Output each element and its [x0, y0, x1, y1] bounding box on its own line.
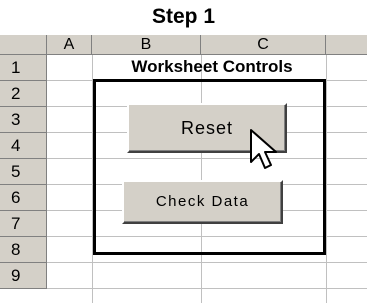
row-header-3[interactable]: 3 [0, 107, 47, 133]
mouse-pointer-icon [250, 129, 277, 169]
gridline-vertical [326, 55, 327, 303]
gridline-horizontal [47, 262, 367, 263]
column-header-b[interactable]: B [92, 35, 201, 55]
column-header-row: A B C [0, 35, 367, 55]
worksheet-controls-label: Worksheet Controls [131, 57, 293, 76]
row-header-9[interactable]: 9 [0, 263, 47, 289]
gridline-horizontal [47, 288, 367, 289]
step-title: Step 1 [151, 5, 216, 28]
row-header-8[interactable]: 8 [0, 237, 47, 263]
column-header-a[interactable]: A [47, 35, 92, 55]
row-header-4[interactable]: 4 [0, 133, 47, 159]
row-header-1[interactable]: 1 [0, 55, 47, 81]
row-header-6[interactable]: 6 [0, 185, 47, 211]
column-header-d[interactable] [326, 35, 367, 55]
check-data-button[interactable]: Check Data [122, 180, 283, 224]
select-all-corner[interactable] [0, 35, 47, 55]
row-header-2[interactable]: 2 [0, 81, 47, 107]
column-header-c[interactable]: C [201, 35, 326, 55]
row-header-5[interactable]: 5 [0, 159, 47, 185]
row-header-7[interactable]: 7 [0, 211, 47, 237]
